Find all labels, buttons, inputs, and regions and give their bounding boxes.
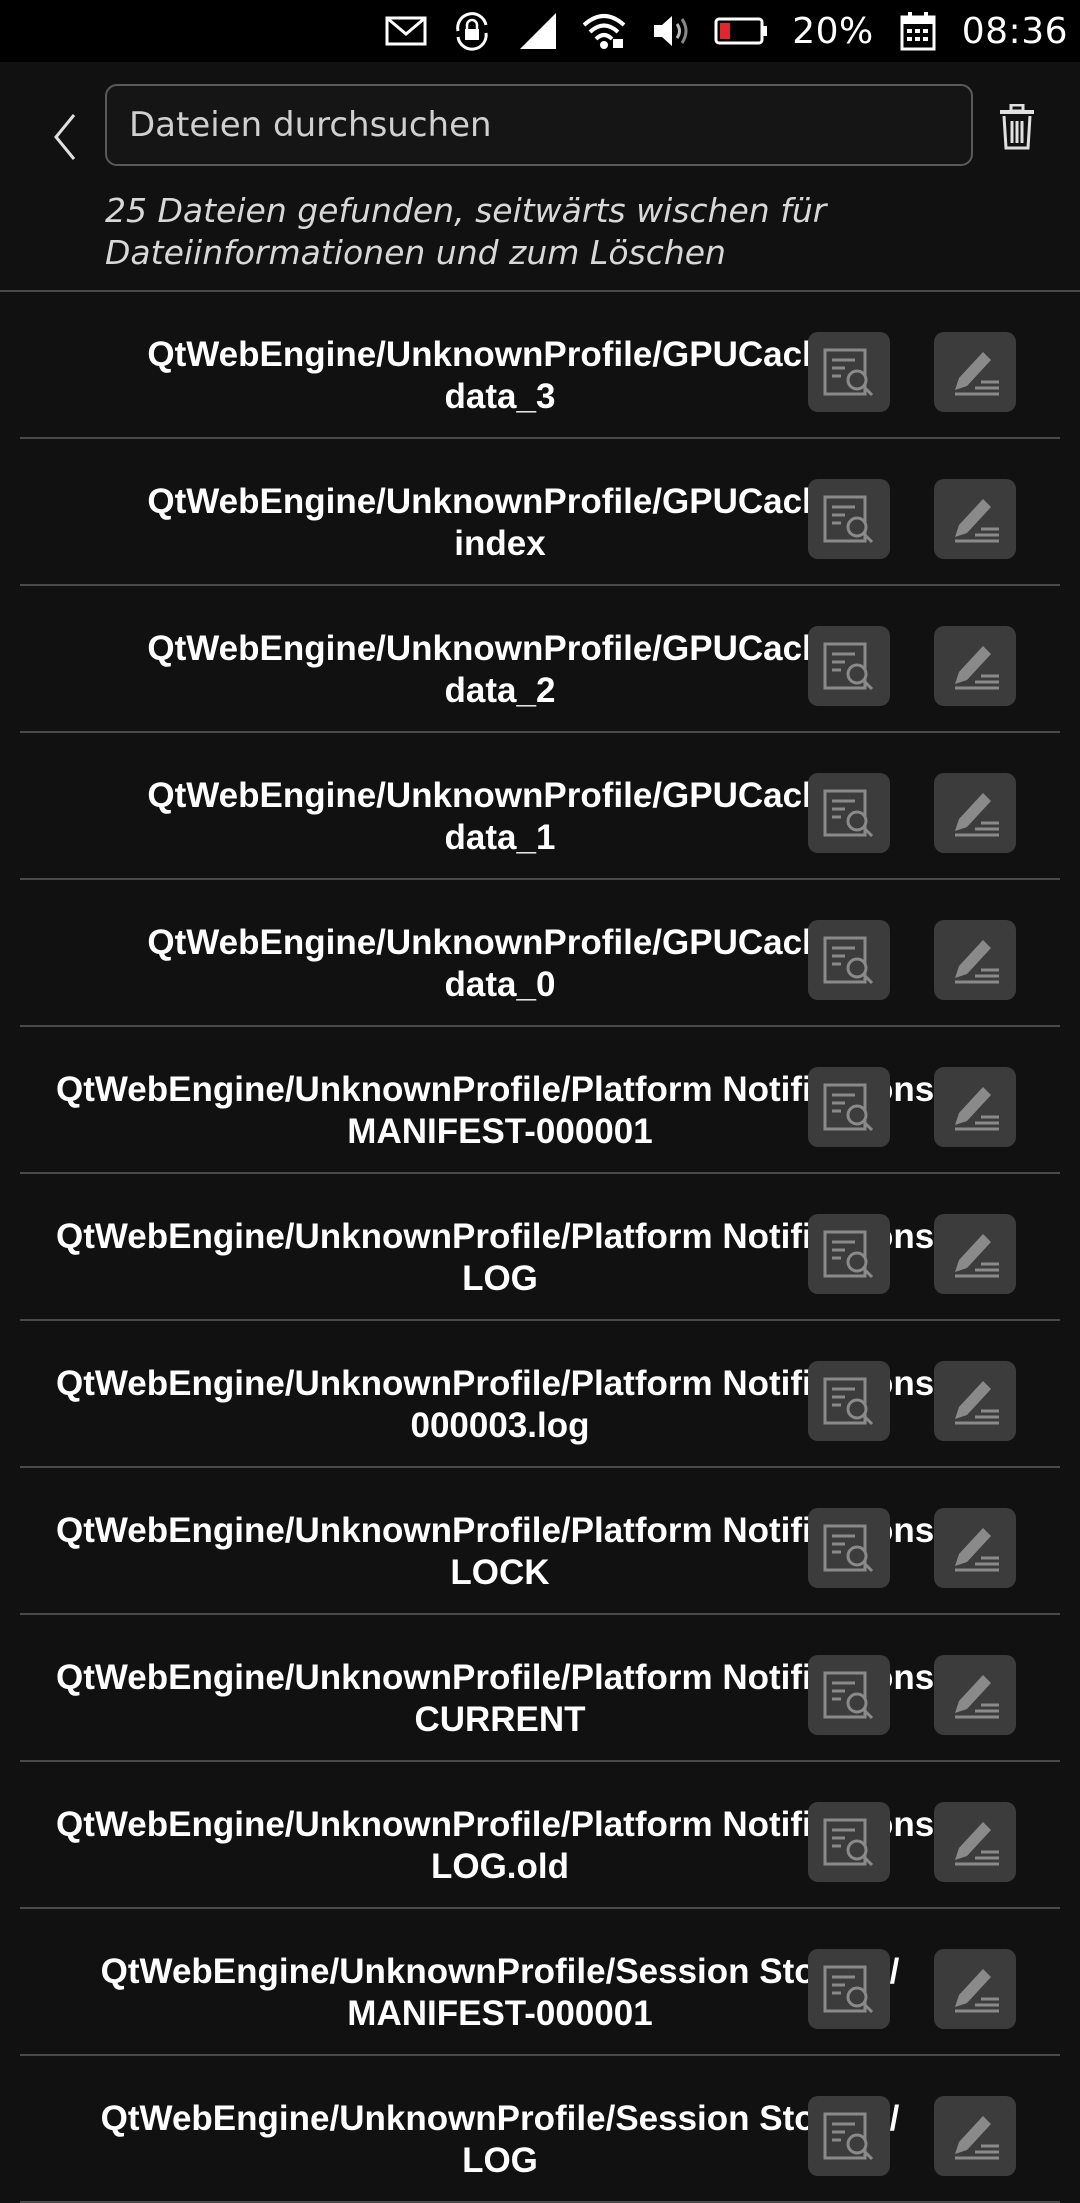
- file-edit-button[interactable]: [934, 1361, 1016, 1441]
- edit-icon: [955, 499, 999, 543]
- edit-icon: [955, 1087, 999, 1131]
- file-info-button[interactable]: [808, 479, 890, 559]
- file-search-icon: [823, 1524, 874, 1573]
- file-info-button[interactable]: [808, 1361, 890, 1441]
- file-list-item[interactable]: QtWebEngine/UnknownProfile/GPUCache/data…: [0, 586, 1080, 733]
- file-list-item[interactable]: QtWebEngine/UnknownProfile/Session Stora…: [0, 1909, 1080, 2056]
- mail-icon: [384, 9, 428, 53]
- file-info-button[interactable]: [808, 1802, 890, 1882]
- result-hint: 25 Dateien gefunden, seitwärts wischen f…: [105, 191, 827, 272]
- edit-icon: [955, 1234, 999, 1278]
- file-info-button[interactable]: [808, 920, 890, 1000]
- file-info-button[interactable]: [808, 332, 890, 412]
- delete-all-button[interactable]: [995, 102, 1039, 152]
- file-info-button[interactable]: [808, 773, 890, 853]
- edit-icon: [955, 940, 999, 984]
- file-info-button[interactable]: [808, 2096, 890, 2176]
- status-bar: 20% 08:36: [0, 0, 1080, 62]
- file-info-button[interactable]: [808, 626, 890, 706]
- file-edit-button[interactable]: [934, 1949, 1016, 2029]
- search-input[interactable]: [127, 104, 971, 146]
- file-edit-button[interactable]: [934, 1214, 1016, 1294]
- search-field[interactable]: [105, 84, 973, 166]
- file-search-icon: [823, 936, 874, 985]
- file-edit-button[interactable]: [934, 1802, 1016, 1882]
- lock-rotation-icon: [450, 9, 494, 53]
- file-info-button[interactable]: [808, 1508, 890, 1588]
- file-edit-button[interactable]: [934, 1508, 1016, 1588]
- file-search-icon: [823, 2112, 874, 2161]
- file-list-item[interactable]: QtWebEngine/UnknownProfile/GPUCache/data…: [0, 292, 1080, 439]
- file-edit-button[interactable]: [934, 332, 1016, 412]
- file-list-item[interactable]: QtWebEngine/UnknownProfile/Platform Noti…: [0, 1468, 1080, 1615]
- file-search-icon: [823, 1818, 874, 1867]
- edit-icon: [955, 1822, 999, 1866]
- file-search-icon: [823, 789, 874, 838]
- file-list-item[interactable]: QtWebEngine/UnknownProfile/Platform Noti…: [0, 1174, 1080, 1321]
- file-edit-button[interactable]: [934, 773, 1016, 853]
- edit-icon: [955, 1969, 999, 2013]
- file-edit-button[interactable]: [934, 1655, 1016, 1735]
- file-list-item[interactable]: QtWebEngine/UnknownProfile/GPUCache/data…: [0, 880, 1080, 1027]
- file-edit-button[interactable]: [934, 626, 1016, 706]
- file-info-button[interactable]: [808, 1067, 890, 1147]
- edit-icon: [955, 793, 999, 837]
- file-list-item[interactable]: QtWebEngine/UnknownProfile/Platform Noti…: [0, 1762, 1080, 1909]
- file-edit-button[interactable]: [934, 479, 1016, 559]
- edit-icon: [955, 2116, 999, 2160]
- file-search-icon: [823, 1230, 874, 1279]
- file-search-icon: [823, 1377, 874, 1426]
- edit-icon: [955, 646, 999, 690]
- file-info-button[interactable]: [808, 1655, 890, 1735]
- calendar-icon: [896, 9, 940, 53]
- file-search-icon: [823, 1965, 874, 2014]
- file-list-item[interactable]: QtWebEngine/UnknownProfile/Platform Noti…: [0, 1321, 1080, 1468]
- edit-icon: [955, 1675, 999, 1719]
- file-search-icon: [823, 642, 874, 691]
- wifi-icon: [582, 9, 626, 53]
- search-header: 25 Dateien gefunden, seitwärts wischen f…: [0, 62, 1080, 292]
- back-button[interactable]: [40, 102, 90, 172]
- file-search-icon: [823, 1083, 874, 1132]
- volume-icon: [648, 9, 692, 53]
- file-edit-button[interactable]: [934, 920, 1016, 1000]
- file-list-item[interactable]: QtWebEngine/UnknownProfile/Platform Noti…: [0, 1615, 1080, 1762]
- edit-icon: [955, 352, 999, 396]
- file-edit-button[interactable]: [934, 2096, 1016, 2176]
- file-list-item[interactable]: QtWebEngine/UnknownProfile/GPUCache/inde…: [0, 439, 1080, 586]
- file-search-icon: [823, 348, 874, 397]
- file-list: QtWebEngine/UnknownProfile/GPUCache/data…: [0, 292, 1080, 2203]
- clock-time: 08:36: [961, 10, 1068, 52]
- file-list-item[interactable]: QtWebEngine/UnknownProfile/Session Stora…: [0, 2056, 1080, 2203]
- cell-signal-icon: [516, 9, 560, 53]
- edit-icon: [955, 1381, 999, 1425]
- chevron-left-icon: [54, 114, 76, 160]
- file-list-item[interactable]: QtWebEngine/UnknownProfile/Platform Noti…: [0, 1027, 1080, 1174]
- file-edit-button[interactable]: [934, 1067, 1016, 1147]
- file-info-button[interactable]: [808, 1949, 890, 2029]
- file-list-item[interactable]: QtWebEngine/UnknownProfile/GPUCache/data…: [0, 733, 1080, 880]
- file-info-button[interactable]: [808, 1214, 890, 1294]
- battery-percent: 20%: [792, 10, 874, 52]
- trash-icon: [1000, 104, 1034, 150]
- battery-icon: [714, 9, 770, 53]
- file-search-icon: [823, 495, 874, 544]
- file-search-icon: [823, 1671, 874, 1720]
- edit-icon: [955, 1528, 999, 1572]
